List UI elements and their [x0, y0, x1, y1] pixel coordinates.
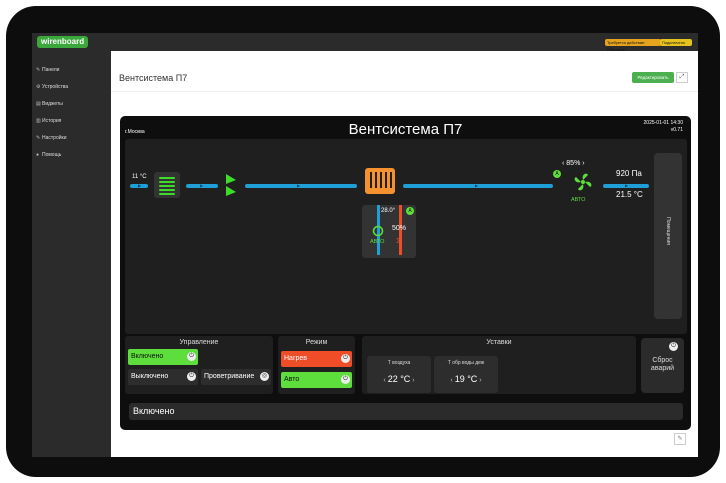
rooms-label: Помещения	[665, 217, 671, 245]
power-icon: ⏻	[187, 372, 196, 381]
auto-label: Авто	[284, 376, 300, 383]
wirenboard-logo[interactable]: wirenboard	[37, 36, 89, 48]
pin-button[interactable]: ✎	[674, 433, 686, 445]
power-icon: ⏻	[187, 352, 196, 361]
sidebar-item-label: Помощь	[42, 152, 62, 158]
sidebar-item-label: Устройства	[42, 84, 69, 90]
valve-auto-badge: A	[406, 207, 414, 215]
heater-temp: 28.0°	[381, 208, 396, 214]
sidebar-item-devices[interactable]: ⚙ Устройства	[36, 82, 68, 92]
on-button[interactable]: Включено ⏻	[128, 349, 198, 365]
sidebar-item-label: История	[42, 118, 62, 124]
fan-speed: 85%	[566, 160, 581, 167]
top-bar: wirenboard Требуется действие: Обновить …	[32, 33, 698, 52]
damper-icon[interactable]	[224, 172, 238, 198]
sidebar-item-label: Настройки	[42, 135, 67, 141]
water-temp-control: ‹ 19 °C ›	[434, 374, 498, 384]
off-button[interactable]: Выключено ⏻	[128, 369, 198, 385]
version-label: v0.71	[670, 127, 683, 133]
sidebar-item-label: Панели	[42, 67, 60, 73]
valve-percent: 50%	[392, 225, 407, 232]
sidebar-item-settings[interactable]: ✎ Настройки	[36, 133, 67, 143]
off-label: Выключено	[131, 373, 169, 380]
air-temp-control: ‹ 22 °C ›	[367, 374, 431, 384]
setpoints-card: Уставки Т воздуха ‹ 22 °C › Т обр воды д…	[362, 336, 636, 394]
sidebar-item-help[interactable]: ● Помощь	[36, 150, 61, 160]
power-icon: ⏻	[341, 354, 350, 363]
expand-icon: ⤢	[679, 74, 685, 80]
fan-icon[interactable]	[573, 172, 593, 192]
ventilation-widget: Вентсистема П7 г.Москва 2025-01-01 14:30…	[120, 116, 691, 430]
city-label: г.Москва	[125, 129, 145, 135]
air-temp-value: 22 °C	[387, 374, 411, 384]
heat-mode-button[interactable]: Нагрев ⏻	[281, 351, 352, 367]
fan-mode: АВТО	[571, 197, 586, 203]
water-temp-title: Т обр воды деж	[447, 360, 485, 366]
vent-label: Проветривание	[204, 373, 255, 380]
air-temp-setpoint: Т воздуха ‹ 22 °C ›	[367, 356, 431, 393]
heater-valve-panel: 28.0° A 50% АВТО ⧖	[362, 205, 416, 258]
date-label: 2025-01-01 14:30	[643, 120, 683, 126]
mode-card: Режим Нагрев ⏻ Авто ⏻	[278, 336, 355, 394]
sidebar-item-history[interactable]: ▥История	[36, 116, 61, 126]
main-content: Вентсистема П7 Редактировать ⤢ Вентсисте…	[111, 51, 698, 457]
update-badge[interactable]: Требуется действие: Обновить	[605, 39, 661, 52]
valve-mode: АВТО	[370, 239, 385, 245]
power-icon: ⏻	[341, 375, 350, 384]
ventilation-scheme: 11 °C ▶ ▶ ▶ ▶ 28.0° A 50% АВТО ⧖ ‹ 85% ›…	[125, 139, 687, 334]
widget-title: Вентсистема П7	[348, 121, 463, 138]
control-card: Управление Включено ⏻ Выключено ⏻ Провет…	[125, 336, 273, 394]
heat-label: Нагрев	[284, 355, 308, 362]
vent-icon: ◎	[260, 372, 269, 381]
tablet-frame: wirenboard Требуется действие: Обновить …	[6, 6, 720, 477]
status-bar: Включено	[129, 403, 683, 420]
vent-button[interactable]: Проветривание ◎	[201, 369, 271, 385]
outdoor-temp: 11 °C	[132, 174, 147, 180]
reset-label: Сброс аварий	[650, 357, 675, 372]
intake-duct: ▶	[130, 183, 148, 188]
chevron-right-icon[interactable]: ›	[477, 377, 481, 384]
connection-badge[interactable]: Подключено	[660, 39, 692, 46]
reset-alarms-button[interactable]: ⏻ Сброс аварий	[641, 338, 684, 393]
edit-button[interactable]: Редактировать	[632, 72, 674, 83]
duct-segment: ▶	[403, 183, 553, 188]
sidebar: ✎ Панели ⚙ Устройства ▤Виджеты ▥История ✎ Н…	[32, 51, 111, 457]
pressure-value: 920 Па	[616, 169, 642, 178]
water-temp-setpoint: Т обр воды деж ‹ 19 °C ›	[434, 356, 498, 393]
auto-mode-button[interactable]: Авто ⏻	[281, 372, 352, 388]
power-icon: ⏻	[669, 342, 678, 351]
sidebar-item-widgets[interactable]: ▤Виджеты	[36, 99, 63, 109]
control-title: Управление	[179, 339, 219, 346]
air-temp-title: Т воздуха	[387, 360, 411, 366]
filter-icon[interactable]	[154, 172, 180, 198]
screen: wirenboard Требуется действие: Обновить …	[32, 33, 698, 457]
water-temp-value: 19 °C	[454, 374, 478, 384]
chevron-right-icon[interactable]: ›	[580, 160, 584, 167]
rooms-panel[interactable]: Помещения	[654, 153, 682, 319]
fan-auto-badge: A	[553, 170, 561, 178]
fan-speed-control[interactable]: ‹ 85% ›	[562, 160, 585, 167]
page-title: Вентсистема П7	[119, 73, 188, 83]
duct-segment: ▶	[186, 183, 218, 188]
on-label: Включено	[131, 353, 164, 360]
supply-duct: ▶	[603, 183, 649, 188]
pump-icon[interactable]	[372, 225, 384, 237]
sidebar-item-label: Виджеты	[42, 101, 63, 107]
sidebar-item-panels[interactable]: ✎ Панели	[36, 65, 59, 75]
date-version: 2025-01-01 14:30 v0.71	[644, 120, 683, 134]
mode-title: Режим	[305, 339, 328, 346]
setpoints-title: Уставки	[486, 339, 512, 346]
duct-segment: ▶	[245, 183, 357, 188]
valve-icon[interactable]: ⧖	[396, 236, 402, 246]
pin-icon: ✎	[677, 436, 683, 442]
divider	[111, 91, 698, 92]
supply-temp: 21.5 °C	[616, 190, 643, 199]
fullscreen-button[interactable]: ⤢	[676, 72, 688, 83]
chevron-right-icon[interactable]: ›	[410, 377, 414, 384]
heater-icon[interactable]	[365, 168, 395, 194]
